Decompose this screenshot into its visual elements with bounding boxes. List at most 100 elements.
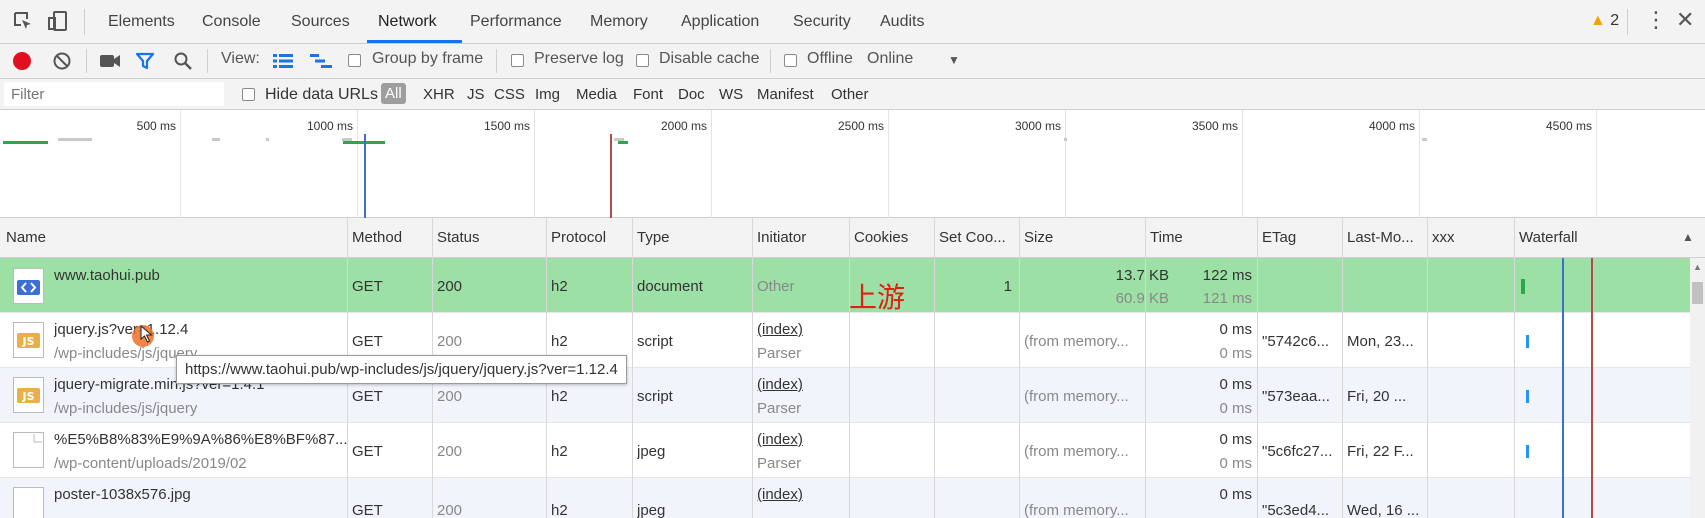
request-initiator-link[interactable]: (index) xyxy=(757,376,803,393)
filter-funnel-icon[interactable] xyxy=(135,51,155,71)
column-header-last-modified[interactable]: Last-Mo... xyxy=(1347,229,1414,246)
offline-checkbox[interactable] xyxy=(784,54,797,67)
request-initiator-link[interactable]: (index) xyxy=(757,431,803,448)
hide-data-urls-checkbox[interactable] xyxy=(242,88,255,101)
active-tab-indicator xyxy=(367,40,462,43)
column-header-cookies[interactable]: Cookies xyxy=(854,229,908,246)
tab-network[interactable]: Network xyxy=(378,13,437,31)
tab-elements[interactable]: Elements xyxy=(108,13,175,31)
request-path: /wp-content/uploads/2019/02 xyxy=(54,455,247,472)
html-document-icon xyxy=(13,268,44,304)
request-time: 0 ms xyxy=(1219,486,1252,503)
request-method: GET xyxy=(352,388,383,405)
load-event-marker xyxy=(610,134,612,218)
column-header-set-cookies[interactable]: Set Coo... xyxy=(939,229,1006,246)
overview-tick-label: 2500 ms xyxy=(837,119,884,133)
filter-type-ws[interactable]: WS xyxy=(719,86,743,103)
request-etag: "5c3ed4... xyxy=(1262,502,1330,518)
hide-data-urls-label: Hide data URLs xyxy=(265,86,378,103)
filter-type-media[interactable]: Media xyxy=(576,86,617,103)
table-row[interactable]: poster-1038x576.jpg GET 200 h2 jpeg (ind… xyxy=(0,478,1690,518)
request-time: 0 ms xyxy=(1219,431,1252,448)
request-resource-size: 60.9 KB xyxy=(1115,290,1169,307)
column-header-waterfall[interactable]: Waterfall xyxy=(1519,229,1578,246)
tab-application[interactable]: Application xyxy=(681,13,759,31)
filter-type-css[interactable]: CSS xyxy=(494,86,525,103)
column-header-etag[interactable]: ETag xyxy=(1262,229,1296,246)
column-header-time[interactable]: Time xyxy=(1150,229,1183,246)
column-header-protocol[interactable]: Protocol xyxy=(551,229,606,246)
device-toolbar-icon[interactable] xyxy=(47,10,69,32)
column-header-size[interactable]: Size xyxy=(1024,229,1053,246)
overview-waterfall-icon[interactable] xyxy=(310,53,332,69)
throttling-select[interactable]: Online xyxy=(867,50,913,68)
sort-ascending-icon[interactable]: ▲ xyxy=(1682,230,1694,244)
request-last-modified: Fri, 22 F... xyxy=(1347,443,1414,460)
filter-type-other[interactable]: Other xyxy=(831,86,869,103)
search-icon[interactable] xyxy=(173,51,193,71)
filter-type-doc[interactable]: Doc xyxy=(678,86,705,103)
column-header-initiator[interactable]: Initiator xyxy=(757,229,806,246)
request-latency: 0 ms xyxy=(1219,345,1252,362)
preserve-log-checkbox[interactable] xyxy=(511,54,524,67)
request-status: 200 xyxy=(437,333,463,350)
screenshot-camera-icon[interactable] xyxy=(99,53,121,69)
column-header-type[interactable]: Type xyxy=(637,229,670,246)
disable-cache-checkbox[interactable] xyxy=(636,54,649,67)
scrollbar-thumb[interactable] xyxy=(1692,282,1703,304)
request-name: jquery.js?ver=1.12.4 xyxy=(54,321,189,338)
request-etag: "5742c6... xyxy=(1262,333,1330,350)
filter-type-font[interactable]: Font xyxy=(633,86,663,103)
filter-type-js[interactable]: JS xyxy=(467,86,485,103)
chevron-down-icon[interactable]: ▼ xyxy=(948,53,960,67)
request-name: poster-1038x576.jpg xyxy=(54,486,191,503)
request-initiator-link[interactable]: (index) xyxy=(757,486,803,503)
scroll-up-icon[interactable]: ▲ xyxy=(1693,262,1702,272)
waterfall-bar xyxy=(1526,335,1529,348)
warning-counter[interactable]: ▲ 2 xyxy=(1590,12,1619,30)
overview-tick-label: 500 ms xyxy=(136,119,176,133)
overview-request-bar xyxy=(618,141,628,144)
clear-icon[interactable] xyxy=(52,51,72,71)
request-status: 200 xyxy=(437,388,463,405)
column-header-name[interactable]: Name xyxy=(6,229,46,246)
warning-count: 2 xyxy=(1610,12,1620,29)
table-row[interactable]: %E5%B8%83%E9%9A%86%E8%BF%87... /wp-conte… xyxy=(0,423,1690,478)
more-options-icon[interactable]: ⋮ xyxy=(1645,9,1667,31)
close-devtools-icon[interactable]: ✕ xyxy=(1676,8,1694,32)
filter-type-img[interactable]: Img xyxy=(535,86,560,103)
waterfall-load-line xyxy=(1591,258,1593,518)
filter-type-all[interactable]: All xyxy=(381,83,406,104)
svg-text:JS: JS xyxy=(21,390,34,403)
timeline-overview[interactable]: 500 ms 1000 ms 1500 ms 2000 ms 2500 ms 3… xyxy=(0,110,1705,218)
request-name: %E5%B8%83%E9%9A%86%E8%BF%87... xyxy=(54,431,348,448)
request-method: GET xyxy=(352,278,383,295)
column-header-method[interactable]: Method xyxy=(352,229,402,246)
request-type: jpeg xyxy=(637,443,666,460)
inspect-element-icon[interactable] xyxy=(12,10,34,32)
tab-audits[interactable]: Audits xyxy=(880,13,924,31)
column-header-xxx[interactable]: xxx xyxy=(1432,229,1455,246)
tab-performance[interactable]: Performance xyxy=(470,13,562,31)
request-protocol: h2 xyxy=(551,388,568,405)
column-header-status[interactable]: Status xyxy=(437,229,480,246)
request-status: 200 xyxy=(437,278,463,295)
filter-type-manifest[interactable]: Manifest xyxy=(757,86,814,103)
devtools-tab-bar: Elements Console Sources Network Perform… xyxy=(0,0,1705,44)
group-by-frame-label: Group by frame xyxy=(372,50,484,67)
request-initiator-type: Parser xyxy=(757,345,802,362)
large-rows-icon[interactable] xyxy=(273,53,293,69)
request-time: 122 ms xyxy=(1202,267,1252,284)
table-row[interactable]: www.taohui.pub GET 200 h2 document Other… xyxy=(0,258,1690,314)
tab-console[interactable]: Console xyxy=(202,13,261,31)
filter-type-xhr[interactable]: XHR xyxy=(423,86,455,103)
tab-security[interactable]: Security xyxy=(793,13,851,31)
request-initiator-link[interactable]: (index) xyxy=(757,321,803,338)
request-type: document xyxy=(637,278,703,295)
svg-text:JS: JS xyxy=(21,335,34,348)
record-button[interactable] xyxy=(13,52,31,70)
tab-memory[interactable]: Memory xyxy=(590,13,648,31)
filter-input[interactable] xyxy=(4,82,224,106)
group-by-frame-checkbox[interactable] xyxy=(348,54,361,67)
tab-sources[interactable]: Sources xyxy=(291,13,350,31)
